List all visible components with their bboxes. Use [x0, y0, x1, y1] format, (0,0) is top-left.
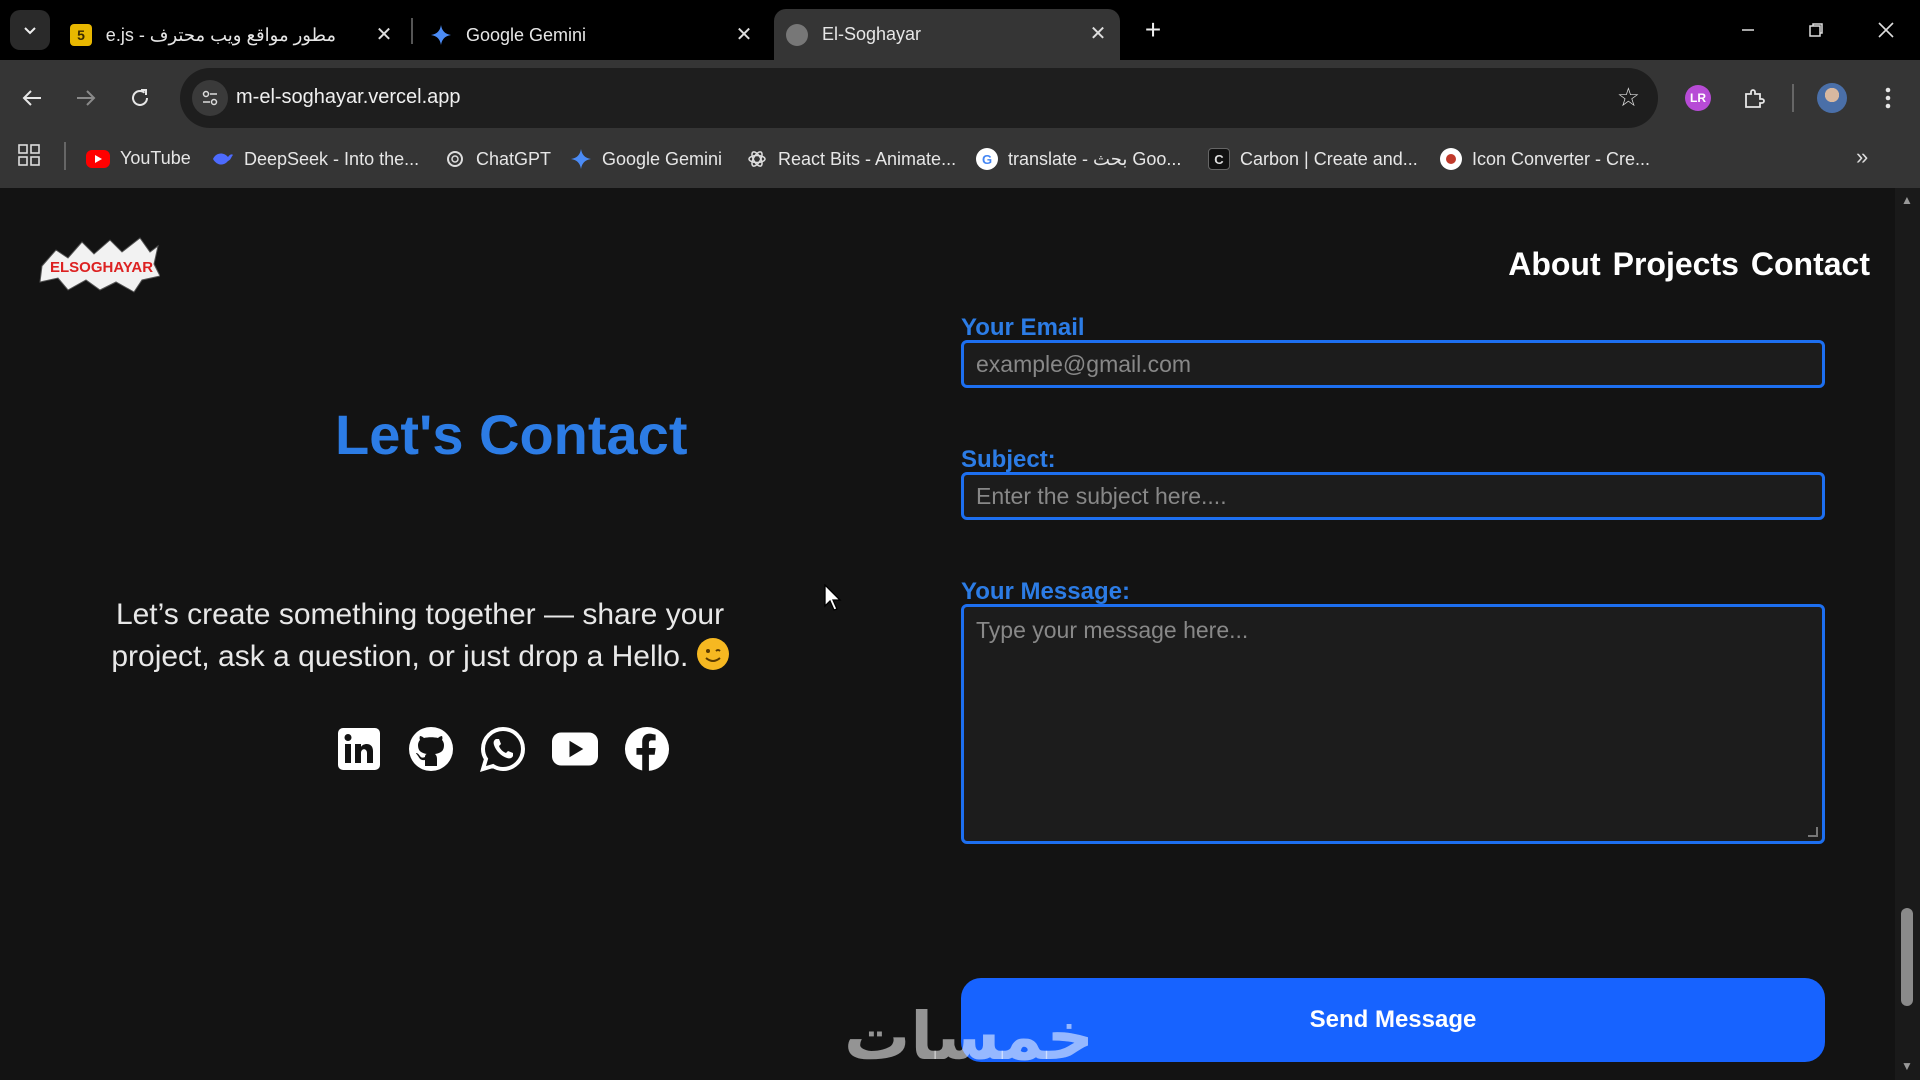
icon-converter-icon — [1440, 148, 1462, 170]
restore-icon[interactable] — [1796, 12, 1836, 48]
youtube-icon — [86, 149, 110, 168]
message-label: Your Message: — [961, 578, 1130, 605]
mouse-cursor-icon — [824, 583, 844, 617]
bookmarks-bar: YouTube DeepSeek - Into the... ChatGPT G… — [0, 130, 1920, 188]
address-bar[interactable]: m-el-soghayar.vercel.app ☆ — [180, 68, 1658, 128]
email-label: Your Email — [961, 314, 1085, 341]
site-favicon — [786, 23, 808, 46]
tab-strip: 5 مطور مواقع ويب محترف - Node.js ✕ Googl… — [0, 0, 1920, 60]
message-textarea[interactable]: Type your message here... — [961, 604, 1825, 844]
chatgpt-icon — [444, 148, 466, 170]
tab-title: Google Gemini — [466, 24, 587, 45]
subject-label: Subject: — [961, 446, 1056, 473]
google-icon: G — [976, 148, 998, 170]
main-nav: About Projects Contact — [1508, 246, 1870, 283]
resize-handle[interactable] — [1808, 827, 1818, 837]
extensions-puzzle-icon[interactable] — [1736, 80, 1772, 116]
gemini-icon — [430, 24, 452, 46]
bookmark-label: YouTube — [120, 148, 191, 168]
scroll-up-icon[interactable]: ▲ — [1901, 194, 1913, 206]
site-settings-icon[interactable] — [192, 80, 228, 116]
apps-grid-icon[interactable] — [18, 144, 40, 171]
social-links — [336, 726, 670, 772]
scrollbar-thumb[interactable] — [1901, 908, 1913, 1006]
bookmark-gemini[interactable]: Google Gemini — [570, 148, 722, 170]
subject-field[interactable]: Enter the subject here.... — [961, 472, 1825, 520]
tab-freelance[interactable]: 5 مطور مواقع ويب محترف - Node.js ✕ — [58, 10, 406, 60]
nav-contact[interactable]: Contact — [1751, 246, 1870, 283]
close-icon[interactable]: ✕ — [734, 24, 754, 46]
bookmark-label: ChatGPT — [476, 148, 552, 169]
close-window-icon[interactable] — [1866, 12, 1906, 48]
contact-description: Let’s create something together — share … — [100, 594, 740, 678]
tab-favicon: 5 — [70, 24, 92, 46]
bookmark-react-bits[interactable]: React Bits - Animate... — [746, 148, 956, 170]
extension-lr-icon[interactable]: LR — [1680, 80, 1716, 116]
bookmarks-divider — [64, 142, 66, 170]
deepseek-icon — [212, 148, 234, 170]
nav-about[interactable]: About — [1508, 246, 1600, 283]
menu-kebab-icon[interactable] — [1870, 80, 1906, 116]
github-icon[interactable] — [408, 726, 454, 772]
svg-text:ELSOGHAYAR: ELSOGHAYAR — [50, 259, 153, 276]
bookmark-star-icon[interactable]: ☆ — [1617, 82, 1640, 113]
new-tab-button[interactable]: + — [1138, 14, 1168, 45]
bookmark-label: DeepSeek - Into the... — [244, 148, 420, 169]
nav-projects[interactable]: Projects — [1613, 246, 1739, 283]
tab-separator — [411, 18, 413, 44]
toolbar-divider — [1792, 84, 1794, 112]
bookmark-label: React Bits - Animate... — [778, 148, 957, 169]
forward-icon[interactable] — [68, 80, 104, 116]
tab-el-soghayar[interactable]: El-Soghayar ✕ — [774, 9, 1120, 60]
page-content: ELSOGHAYAR About Projects Contact Let's … — [0, 188, 1895, 1080]
carbon-icon: C — [1208, 148, 1230, 170]
linkedin-icon[interactable] — [336, 726, 382, 772]
minimize-icon[interactable] — [1728, 12, 1768, 48]
bookmark-carbon[interactable]: C Carbon | Create and... — [1208, 148, 1418, 170]
profile-avatar[interactable] — [1814, 80, 1850, 116]
back-icon[interactable] — [14, 80, 50, 116]
bookmark-chatgpt[interactable]: ChatGPT — [444, 148, 551, 170]
bookmark-label: Google Gemini — [602, 148, 723, 169]
chevron-down-icon — [24, 27, 36, 35]
bookmark-label: Carbon | Create and... — [1240, 148, 1418, 169]
tab-gemini[interactable]: Google Gemini ✕ — [418, 10, 766, 60]
tab-title: El-Soghayar — [822, 24, 922, 44]
more-bookmarks-icon[interactable]: » — [1856, 144, 1868, 170]
whatsapp-icon[interactable] — [480, 726, 526, 772]
bookmark-label: Icon Converter - Cre... — [1472, 148, 1651, 169]
scroll-down-icon[interactable]: ▼ — [1901, 1060, 1913, 1072]
email-field[interactable]: example@gmail.com — [961, 340, 1825, 388]
watermark: خمسات — [844, 998, 1095, 1075]
bookmark-translate[interactable]: G translate - بحث Goo... — [976, 148, 1181, 170]
react-bits-icon — [746, 148, 768, 170]
extension-badge: LR — [1685, 85, 1711, 111]
browser-toolbar: m-el-soghayar.vercel.app ☆ LR YouTube De… — [0, 60, 1920, 188]
message-placeholder: Type your message here... — [976, 617, 1249, 643]
close-icon[interactable]: ✕ — [374, 24, 394, 46]
tab-title: مطور مواقع ويب محترف - Node.js — [106, 24, 336, 45]
close-icon[interactable]: ✕ — [1088, 23, 1108, 45]
bookmark-youtube[interactable]: YouTube — [86, 148, 191, 169]
reload-icon[interactable] — [122, 80, 158, 116]
tab-search-button[interactable] — [10, 10, 50, 50]
bookmark-label: translate - بحث Goo... — [1008, 148, 1182, 169]
smiley-emoji-icon — [696, 638, 729, 670]
site-logo[interactable]: ELSOGHAYAR — [38, 236, 161, 294]
page-scrollbar[interactable]: ▲ ▼ — [1895, 188, 1920, 1080]
gemini-icon — [570, 148, 592, 170]
url-text: m-el-soghayar.vercel.app — [236, 86, 461, 108]
contact-description-text: Let’s create something together — share … — [111, 598, 725, 673]
bookmark-deepseek[interactable]: DeepSeek - Into the... — [212, 148, 419, 170]
bookmark-icon-converter[interactable]: Icon Converter - Cre... — [1440, 148, 1650, 170]
youtube-icon[interactable] — [552, 726, 598, 772]
facebook-icon[interactable] — [624, 726, 670, 772]
contact-title: Let's Contact — [335, 403, 688, 466]
